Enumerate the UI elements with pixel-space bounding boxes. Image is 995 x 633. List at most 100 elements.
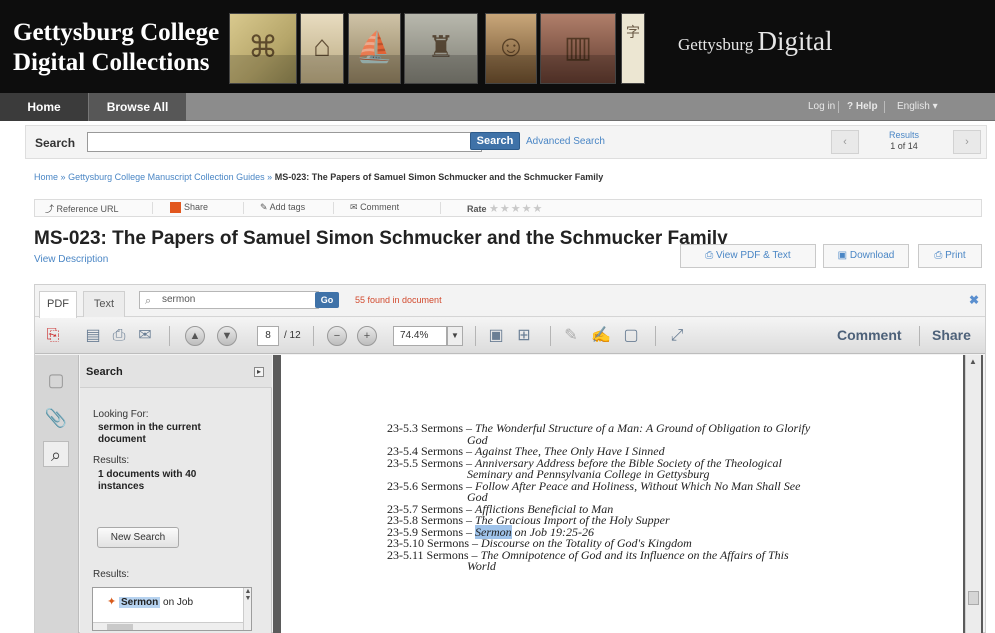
search-results-list[interactable]: ✦ Sermon on Job ▲ ▼ <box>92 587 252 631</box>
search-pane-header: Search ▸ <box>80 355 272 388</box>
print-icon: ⎙ <box>934 250 943 261</box>
document-scrollbar[interactable]: ▲ <box>965 355 981 633</box>
print-button[interactable]: ⎙ Print <box>918 244 982 268</box>
next-result-button[interactable]: › <box>953 130 981 154</box>
building-thumbnail[interactable]: ⌂ <box>300 13 344 84</box>
scroll-thumb[interactable] <box>968 591 979 605</box>
page-up-icon[interactable]: ▲ <box>185 326 205 346</box>
result-item-text: on Job <box>160 597 194 608</box>
save-icon[interactable]: ▤ <box>83 326 103 346</box>
search-pane: Search ▸ Looking For: sermon in the curr… <box>80 355 312 633</box>
results-summary-2: instances <box>98 481 145 492</box>
document-line-text: The Wonderful Structure of a Man: A Grou… <box>475 421 811 435</box>
page-number-input[interactable]: 8 <box>257 326 279 346</box>
fit-page-icon[interactable]: ▣ <box>486 326 506 346</box>
document-title: MS-023: The Papers of Samuel Simon Schmu… <box>34 228 728 249</box>
breadcrumb-collection-guides[interactable]: Gettysburg College Manuscript Collection… <box>68 172 265 182</box>
toolbar-separator <box>919 326 920 346</box>
share-button[interactable]: Share <box>170 202 209 214</box>
find-go-button[interactable]: Go <box>315 292 339 308</box>
pdf-icon: ⎙ <box>705 250 714 261</box>
campus-thumbnail[interactable]: ▥ <box>540 13 616 84</box>
main-nav: Home Browse All Log in ? Help English ▾ <box>0 93 995 121</box>
share-pane-button[interactable]: Share <box>932 327 971 343</box>
results-list-label: Results: <box>93 569 130 580</box>
nav-home-tab[interactable]: Home <box>0 93 88 121</box>
zoom-in-icon[interactable]: + <box>357 326 377 346</box>
results-scrollbar-horizontal[interactable] <box>93 622 243 630</box>
scroll-thumbnail[interactable]: 字 <box>621 13 645 84</box>
add-tags-button[interactable]: ✎ Add tags <box>260 202 305 213</box>
site-title[interactable]: Gettysburg College Digital Collections <box>13 18 219 78</box>
nav-separator <box>884 101 885 113</box>
search-result-item[interactable]: ✦ Sermon on Job <box>107 595 193 608</box>
site-title-line-1[interactable]: Gettysburg College <box>13 18 219 48</box>
site-banner: Gettysburg College Digital Collections ⌘… <box>0 0 995 93</box>
comment-pane-button[interactable]: Comment <box>837 327 902 343</box>
portrait-thumbnail[interactable]: ☺ <box>485 13 537 84</box>
nav-separator <box>838 101 839 113</box>
pane-options-button[interactable]: ▸ <box>254 367 264 377</box>
reference-url-label: Reference URL <box>56 204 119 214</box>
create-pdf-icon[interactable]: ⎘ <box>43 326 63 346</box>
chevron-down-icon[interactable]: ▼ <box>447 326 463 346</box>
site-title-line-2[interactable]: Digital Collections <box>13 48 219 78</box>
help-link[interactable]: ? Help <box>847 93 878 121</box>
breadcrumb-separator: » <box>60 172 66 182</box>
language-select[interactable]: English ▾ <box>897 93 938 121</box>
search-icon: ⌕ <box>145 295 152 307</box>
new-search-button[interactable]: New Search <box>97 527 179 548</box>
breadcrumb-home[interactable]: Home <box>34 172 58 182</box>
advanced-search-link[interactable]: Advanced Search <box>526 136 605 147</box>
ship-thumbnail[interactable]: ⛵ <box>348 13 401 84</box>
close-find-button[interactable]: ✖ <box>969 293 979 307</box>
scroll-up-icon[interactable]: ▲ <box>969 357 977 366</box>
print-icon[interactable]: ⎙ <box>109 326 129 346</box>
toolbar-separator <box>655 326 656 346</box>
fit-width-icon[interactable]: ⊞ <box>514 326 534 346</box>
item-action-bar: ⤴ Reference URL Share ✎ Add tags ✉ Comme… <box>34 199 982 217</box>
expand-icon[interactable]: ⤢ <box>667 326 687 346</box>
edit-icon[interactable]: ✎ <box>561 326 581 346</box>
toolbar-separator <box>313 326 314 346</box>
login-link[interactable]: Log in <box>808 93 835 121</box>
share-label: Share <box>184 202 209 212</box>
download-icon: ▣ <box>837 250 848 261</box>
document-page-area: 23-5.3 Sermons – The Wonderful Structure… <box>273 355 983 633</box>
scroll-thumb[interactable] <box>107 624 133 630</box>
find-in-document-input[interactable]: ⌕ sermon <box>139 291 319 309</box>
document-line-text: Follow After Peace and Holiness, Without… <box>475 478 801 493</box>
results-count: 1 of 14 <box>890 141 918 151</box>
download-button[interactable]: ▣ Download <box>823 244 909 268</box>
statue-thumbnail[interactable]: ♜ <box>404 13 478 84</box>
previous-result-button[interactable]: ‹ <box>831 130 859 154</box>
reference-url-button[interactable]: ⤴ Reference URL <box>45 202 119 215</box>
binoculars-icon[interactable]: ⌕ <box>43 441 69 467</box>
tab-pdf[interactable]: PDF <box>39 291 77 318</box>
search-input[interactable] <box>87 132 482 152</box>
page-down-icon[interactable]: ▼ <box>217 326 237 346</box>
search-button[interactable]: Search <box>470 132 520 150</box>
map-thumbnail[interactable]: ⌘ <box>229 13 297 84</box>
result-marker-icon: ✦ <box>107 596 117 608</box>
nav-browse-all-tab[interactable]: Browse All <box>88 93 186 121</box>
document-icon[interactable]: ▢ <box>621 326 641 346</box>
pages-icon[interactable]: ▢ <box>43 367 69 393</box>
view-pdf-text-button[interactable]: ⎙ View PDF & Text <box>680 244 816 268</box>
viewer-tab-row: PDF Text ⌕ sermon Go 55 found in documen… <box>35 285 985 318</box>
comment-button[interactable]: ✉ Comment <box>350 202 399 213</box>
results-scrollbar-vertical[interactable]: ▲ ▼ <box>243 588 251 630</box>
search-label: Search <box>35 136 76 150</box>
zoom-level-select[interactable]: 74.4% <box>393 326 447 346</box>
zoom-out-icon[interactable]: − <box>327 326 347 346</box>
view-description-link[interactable]: View Description <box>34 254 108 265</box>
document-page: 23-5.3 Sermons – The Wonderful Structure… <box>281 355 963 633</box>
pdf-toolbar: ⎘ ▤ ⎙ ✉ ▲ ▼ 8 / 12 − + 74.4% ▼ ▣ ⊞ ✎ ✍ ▢… <box>35 318 985 354</box>
sign-icon[interactable]: ✍ <box>591 326 611 346</box>
attachment-icon[interactable]: 📎 <box>43 405 69 431</box>
rating-stars[interactable]: ★★★★★ <box>489 203 543 215</box>
email-icon[interactable]: ✉ <box>135 326 155 346</box>
tab-text[interactable]: Text <box>83 291 125 317</box>
toolbar-separator <box>169 326 170 346</box>
result-item-highlight: Sermon <box>119 597 161 608</box>
